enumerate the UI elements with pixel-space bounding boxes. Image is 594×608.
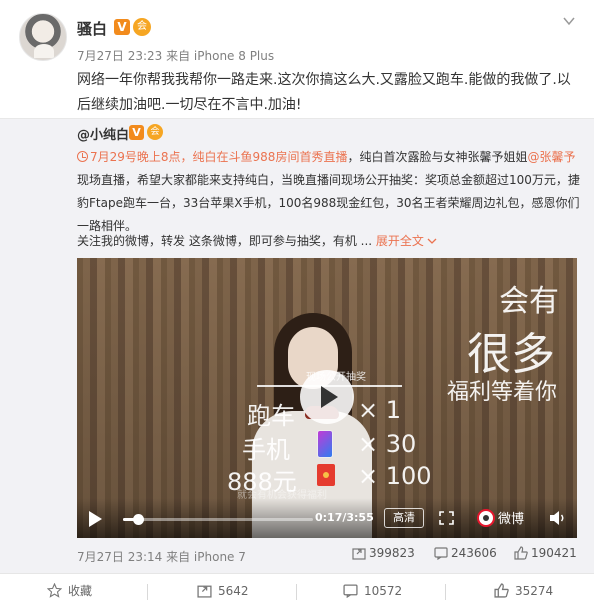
favorite-button[interactable]: 收藏: [46, 574, 93, 608]
retweet-text-part1: ，纯白首次露脸与女神张馨予姐姐: [347, 150, 528, 164]
comment-button[interactable]: 10572: [343, 574, 402, 608]
retweet-vip-crown-icon: 会: [147, 124, 163, 140]
clock-icon: [77, 151, 88, 162]
retweet-comment-count: 243606: [451, 546, 497, 560]
verified-badge-icon: V: [114, 19, 130, 35]
retweet-like-count: 190421: [531, 546, 577, 560]
overlay-text-1: 会有: [499, 284, 559, 319]
comment-icon: [434, 547, 448, 561]
event-link[interactable]: 7月29号晚上8点，纯白在斗鱼988房间首秀直播: [77, 150, 347, 164]
event-link-text: 7月29号晚上8点，纯白在斗鱼988房间首秀直播: [90, 150, 348, 164]
action-divider: [296, 584, 297, 600]
avatar[interactable]: [19, 13, 67, 61]
like-count: 35274: [515, 584, 554, 598]
overlay-text-3: 福利等着你: [446, 380, 557, 405]
chevron-down-icon[interactable]: [562, 14, 576, 28]
action-divider: [445, 584, 446, 600]
comment-count: 10572: [364, 584, 403, 598]
weibo-logo: 微博: [477, 508, 524, 527]
expand-link[interactable]: 展开全文: [376, 234, 424, 248]
video-control-bar: 0:17/3:55 高清 微博: [77, 498, 577, 538]
thumbs-up-icon: [494, 583, 509, 598]
retweet-follow-line: 关注我的微博，转发 这条微博，即可参与抽奖，有机 ... 展开全文: [77, 232, 437, 249]
like-button[interactable]: 35274: [494, 574, 553, 608]
post-text: 网络一年你帮我我帮你一路走来.这次你搞这么大.又露脸又跑车.能做的我做了.以后继…: [77, 72, 571, 113]
follow-text: 关注我的微博，转发 这条微博，即可参与抽奖，有机 ...: [77, 234, 376, 248]
phone-icon: [317, 430, 333, 458]
retweet-meta: 7月27日 23:14 来自 iPhone 7: [77, 550, 246, 564]
vip-crown-icon: 会: [133, 18, 151, 36]
retweet-text: 7月29号晚上8点，纯白在斗鱼988房间首秀直播，纯白首次露脸与女神张馨予姐姐@…: [77, 146, 582, 238]
star-icon: [46, 582, 63, 598]
volume-icon[interactable]: [549, 510, 567, 526]
comment-icon: [343, 584, 358, 599]
video-player[interactable]: 现场公开抽奖 会有 很多 福利等着你 跑车 × 1 手机 × 30 888元 ×…: [77, 258, 577, 538]
progress-track[interactable]: [123, 514, 313, 525]
action-divider: [147, 584, 148, 600]
share-icon: [197, 585, 212, 598]
repost-count: 5642: [218, 584, 249, 598]
fullscreen-icon[interactable]: [439, 511, 454, 525]
weibo-eye-icon: [477, 509, 495, 527]
retweet-text-body: 现场直播，希望大家都能来支持纯白，当晚直播间现场公开抽奖：奖项总金额超过100万…: [77, 173, 580, 233]
overlay-text-2: 很多: [467, 329, 555, 380]
retweet-repost-stat[interactable]: 399823: [352, 546, 415, 560]
expand-chevron-icon: [427, 238, 437, 244]
video-play-button[interactable]: [300, 370, 354, 424]
repost-button[interactable]: 5642: [197, 574, 249, 608]
prize-1-label: 跑车: [247, 402, 295, 430]
mention-link[interactable]: @张馨予: [527, 150, 575, 164]
prize-2-label: 手机: [242, 436, 290, 464]
retweet-repost-count: 399823: [369, 546, 415, 560]
progress-knob[interactable]: [132, 514, 144, 525]
video-time: 0:17/3:55: [315, 511, 374, 524]
post-meta: 7月27日 23:23 来自 iPhone 8 Plus: [77, 49, 275, 63]
favorite-label: 收藏: [68, 584, 93, 598]
action-bar: 收藏 5642 10572 35274: [0, 573, 594, 608]
retweet-author[interactable]: @小纯白: [77, 124, 129, 143]
retweet-comment-stat[interactable]: 243606: [434, 546, 497, 561]
prize-2-qty: × 30: [358, 430, 417, 458]
retweet-verified-badge-icon: V: [129, 125, 144, 140]
retweet-like-stat[interactable]: 190421: [514, 546, 577, 560]
prize-1-qty: × 1: [358, 396, 402, 424]
play-icon[interactable]: [89, 511, 102, 527]
share-icon: [352, 548, 366, 560]
quality-button[interactable]: 高清: [384, 508, 424, 528]
post-username[interactable]: 骚白: [77, 18, 107, 39]
prize-3-qty: × 100: [358, 462, 432, 490]
thumbs-up-icon: [514, 546, 528, 560]
weibo-logo-text: 微博: [498, 512, 525, 527]
red-envelope-icon: [317, 464, 335, 486]
